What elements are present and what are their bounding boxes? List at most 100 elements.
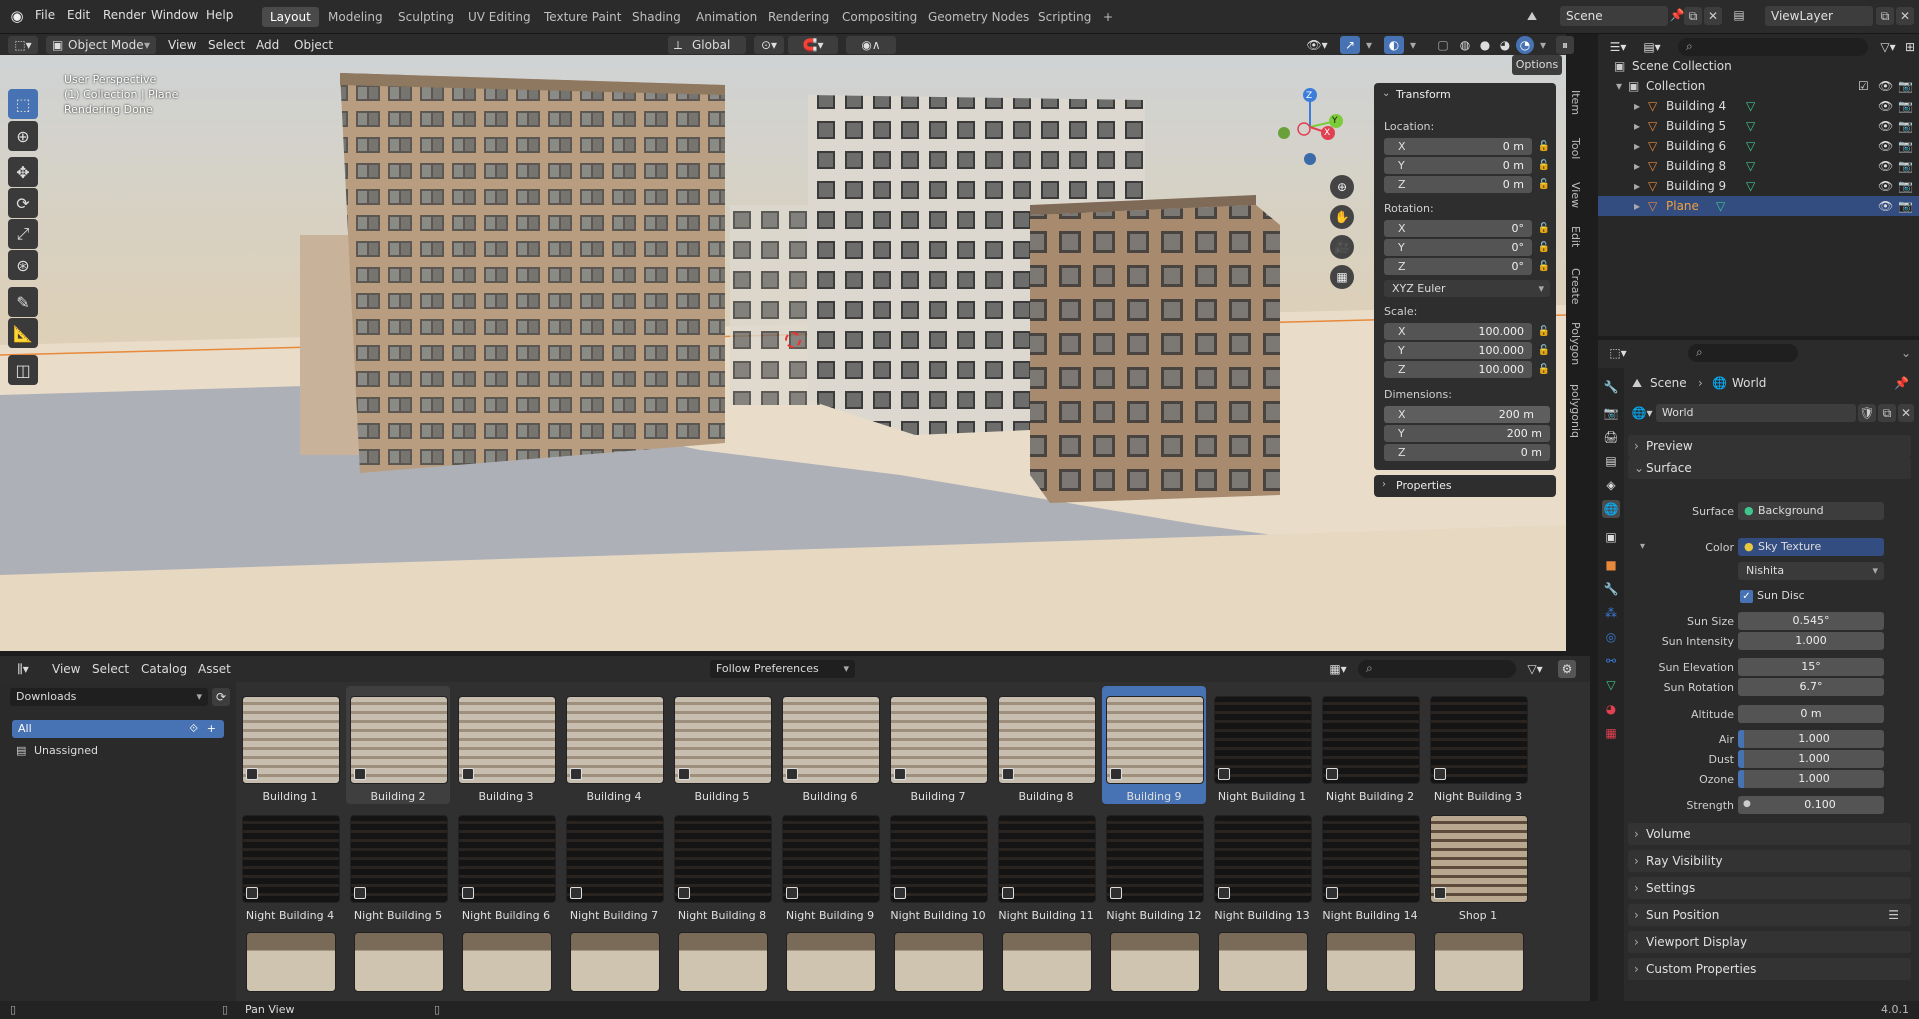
solid-shading-icon[interactable]: ●	[1476, 36, 1494, 54]
camera-icon[interactable]: 📷	[1898, 176, 1913, 196]
settings-gear-icon[interactable]: ⚙	[1558, 660, 1576, 678]
eye-icon[interactable]: 👁	[1878, 76, 1893, 96]
delete-view-layer-icon[interactable]: ✕	[1896, 7, 1914, 25]
filter-icon[interactable]: ▽▾	[1876, 38, 1900, 56]
catalog-all[interactable]: All ⟐ +	[12, 720, 224, 738]
camera-icon[interactable]: 📷	[1898, 76, 1913, 96]
fake-user-icon[interactable]: 🛡	[1858, 404, 1876, 422]
eye-icon[interactable]: 👁	[1878, 176, 1893, 196]
add-cube-tool-icon[interactable]: ◫	[8, 355, 38, 385]
material-shading-icon[interactable]: ◕	[1496, 36, 1514, 54]
tab-compositing[interactable]: Compositing	[834, 7, 925, 27]
tab-shading[interactable]: Shading	[624, 7, 689, 27]
overlay-toggle-icon[interactable]: ◐	[1384, 36, 1404, 54]
transform-title[interactable]: Transform	[1396, 88, 1451, 101]
menu-add[interactable]: Add	[256, 36, 279, 54]
lock-icon[interactable]: 🔓	[1538, 178, 1550, 190]
strength-field[interactable]: 0.100	[1738, 796, 1884, 814]
pin-icon[interactable]: 📌	[1894, 376, 1909, 390]
ortho-grid-icon[interactable]: ▦	[1330, 265, 1354, 289]
scale-x-field[interactable]: X 100.000	[1384, 323, 1532, 340]
eye-icon[interactable]: 👁	[1878, 196, 1893, 216]
outliner-item[interactable]: ▸ ▽ Building 8 ▽ 👁 📷	[1598, 156, 1919, 176]
tool-tab-icon[interactable]: 🔧	[1602, 378, 1620, 396]
measure-tool-icon[interactable]: 📐	[8, 318, 38, 348]
scale-y-field[interactable]: Y 100.000	[1384, 342, 1532, 359]
outliner-search-input[interactable]: ⌕	[1678, 38, 1868, 56]
new-catalog-icon[interactable]: ⟐	[189, 720, 198, 738]
chevron-down-icon[interactable]: ⌄	[1898, 344, 1914, 362]
location-x-field[interactable]: X0 m	[1384, 138, 1532, 155]
lock-icon[interactable]: 🔓	[1538, 241, 1550, 253]
lock-icon[interactable]: 🔓	[1538, 260, 1550, 272]
asset-thumbnail[interactable]	[786, 932, 876, 992]
view-layer-icon[interactable]: ▤	[1730, 8, 1748, 22]
lock-icon[interactable]: 🔓	[1538, 159, 1550, 171]
menu-view[interactable]: View	[168, 36, 196, 54]
scale-z-field[interactable]: Z 100.000	[1384, 361, 1532, 378]
section-volume[interactable]: › Volume	[1628, 823, 1911, 845]
output-tab-icon[interactable]: 🖨	[1602, 428, 1620, 446]
import-method-selector[interactable]: Follow Preferences ▾	[710, 660, 855, 678]
outliner-item[interactable]: ▸ ▽ Building 4 ▽ 👁 📷	[1598, 96, 1919, 116]
camera-icon[interactable]: 📷	[1898, 116, 1913, 136]
scene-selector[interactable]: Scene	[1560, 6, 1668, 26]
menu-object[interactable]: Object	[294, 36, 333, 54]
3d-viewport[interactable]: User Perspective (1) Collection | Plane …	[0, 55, 1566, 651]
altitude-field[interactable]: 0 m	[1738, 705, 1884, 723]
asset-thumbnail[interactable]	[462, 932, 552, 992]
tab-animation[interactable]: Animation	[688, 7, 765, 27]
section-preview[interactable]: › Preview	[1628, 435, 1911, 457]
outliner-scene-collection[interactable]: ▣ Scene Collection	[1598, 56, 1919, 76]
tab-texture-paint[interactable]: Texture Paint	[536, 7, 629, 27]
dust-field[interactable]: 1.000	[1738, 750, 1884, 768]
asset-thumbnail[interactable]	[1218, 932, 1308, 992]
menu-file[interactable]: File	[35, 8, 55, 22]
breadcrumb-world[interactable]: World	[1732, 376, 1766, 390]
pan-hand-icon[interactable]: ✋	[1330, 205, 1354, 229]
options-button[interactable]: Options	[1512, 55, 1562, 75]
add-icon[interactable]: +	[207, 720, 216, 738]
tab-sculpting[interactable]: Sculpting	[390, 7, 462, 27]
camera-icon[interactable]: 📷	[1898, 156, 1913, 176]
lock-icon[interactable]: 🔓	[1538, 140, 1550, 152]
new-view-layer-icon[interactable]: ⧉	[1876, 7, 1894, 25]
display-mode-icon[interactable]: ▤▾	[1638, 38, 1666, 56]
section-sun-position[interactable]: › Sun Position ☰	[1628, 904, 1911, 926]
section-ray-visibility[interactable]: › Ray Visibility	[1628, 850, 1911, 872]
lock-icon[interactable]: 🔓	[1538, 363, 1550, 375]
location-y-field[interactable]: Y0 m	[1384, 157, 1532, 174]
lock-icon[interactable]: 🔓	[1538, 325, 1550, 337]
object-tab-icon[interactable]: ■	[1602, 556, 1620, 574]
rotate-tool-icon[interactable]: ⟳	[8, 188, 38, 218]
tab-uv-editing[interactable]: UV Editing	[460, 7, 539, 27]
rotation-z-field[interactable]: Z 0°	[1384, 258, 1532, 275]
dimension-z-field[interactable]: Z0 m	[1384, 444, 1550, 461]
sidebar-tab-polygon[interactable]: Polygon	[1568, 322, 1582, 365]
gizmo-menu-icon[interactable]: ▾	[1362, 36, 1376, 54]
breadcrumb-scene[interactable]: Scene	[1650, 376, 1687, 390]
ozone-field[interactable]: 1.000	[1738, 770, 1884, 788]
scale-tool-icon[interactable]: ⤢	[8, 219, 38, 249]
transform-tool-icon[interactable]: ⊛	[8, 250, 38, 280]
asset-menu-view[interactable]: View	[52, 662, 80, 676]
visibility-icon[interactable]: 👁▾	[1304, 36, 1330, 54]
filter-icon[interactable]: ▽▾	[1522, 660, 1548, 678]
sidebar-tab-item[interactable]: Item	[1568, 90, 1582, 115]
camera-icon[interactable]: 📷	[1898, 196, 1913, 216]
asset-thumbnail[interactable]	[354, 932, 444, 992]
overlay-menu-icon[interactable]: ▾	[1406, 36, 1420, 54]
wireframe-shading-icon[interactable]: ◍	[1456, 36, 1474, 54]
view-layer-selector[interactable]: ViewLayer	[1765, 6, 1873, 26]
asset-editor-icon[interactable]: ⫼▾	[8, 660, 38, 678]
sun-intensity-field[interactable]: 1.000	[1738, 632, 1884, 650]
pivot-point-icon[interactable]: ⊙▾	[754, 36, 784, 54]
proportional-edit-icon[interactable]: ◉∧	[846, 36, 896, 54]
rotation-mode-selector[interactable]: XYZ Euler ▾	[1384, 280, 1550, 297]
asset-thumbnail[interactable]	[1326, 932, 1416, 992]
section-custom-properties[interactable]: › Custom Properties	[1628, 958, 1911, 980]
menu-help[interactable]: Help	[206, 8, 233, 22]
properties-editor-icon[interactable]: ⬚▾	[1604, 344, 1632, 362]
library-selector[interactable]: Downloads ▾	[10, 688, 208, 706]
tab-layout[interactable]: Layout	[262, 7, 319, 27]
